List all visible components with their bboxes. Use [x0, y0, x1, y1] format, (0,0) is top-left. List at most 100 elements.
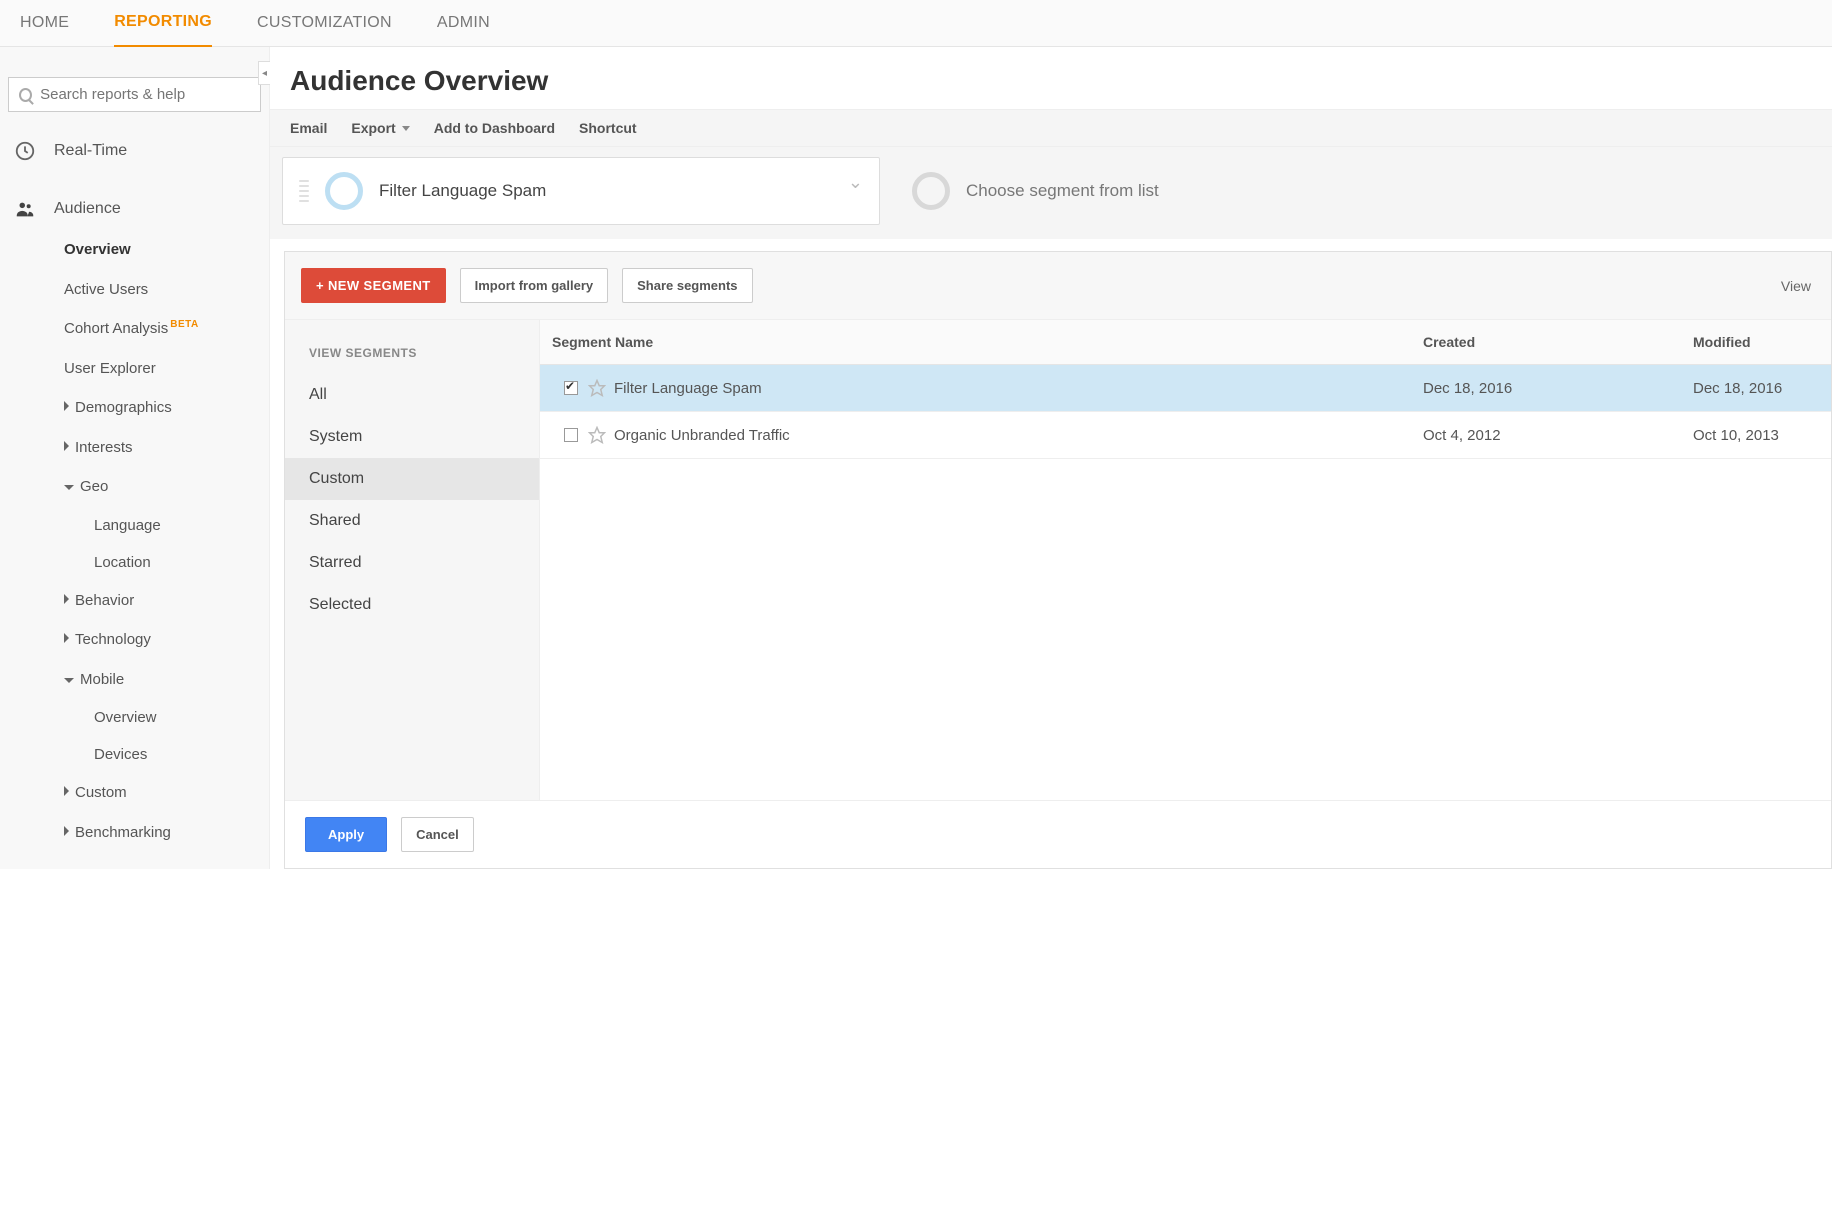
sidebar-item-audience[interactable]: Audience — [0, 188, 269, 230]
search-icon — [19, 88, 32, 102]
page-title-bar: Audience Overview — [270, 47, 1832, 109]
sidebar-sub-technology[interactable]: Technology — [0, 620, 269, 660]
toolbar-export[interactable]: Export — [351, 120, 409, 136]
sidebar-sub-user-explorer[interactable]: User Explorer — [0, 349, 269, 389]
segment-filter-shared[interactable]: Shared — [285, 500, 539, 542]
sidebar-sub-mobile[interactable]: Mobile — [0, 660, 269, 700]
sidebar-item-label: Real-Time — [54, 142, 127, 160]
nav-reporting[interactable]: REPORTING — [114, 0, 212, 48]
sidebar-sub-language[interactable]: Language — [0, 507, 269, 544]
sidebar-sub-label: Demographics — [75, 399, 172, 416]
segment-modified: Oct 10, 2013 — [1681, 413, 1831, 458]
sidebar-sub-label: Custom — [75, 784, 127, 801]
sidebar-sub-benchmarking[interactable]: Benchmarking — [0, 813, 269, 853]
sidebar-collapse-handle[interactable]: ◂ — [258, 61, 270, 85]
segment-filter-starred[interactable]: Starred — [285, 542, 539, 584]
segment-chip-active[interactable]: Filter Language Spam ⌄ — [282, 157, 880, 225]
segment-name: Filter Language Spam — [614, 380, 762, 397]
segment-filter-sidebar: VIEW SEGMENTS All System Custom Shared S… — [285, 320, 540, 800]
caret-right-icon — [64, 401, 69, 411]
view-toggle[interactable]: View — [1781, 278, 1811, 294]
sidebar-sub-geo[interactable]: Geo — [0, 467, 269, 507]
segment-table-header: Segment Name Created Modified — [540, 320, 1831, 365]
segment-chip-label: Choose segment from list — [966, 181, 1159, 201]
segment-chips-row: Filter Language Spam ⌄ Choose segment fr… — [270, 147, 1832, 239]
drag-handle-icon[interactable] — [299, 180, 309, 202]
segment-chip-placeholder[interactable]: Choose segment from list — [896, 157, 1494, 225]
star-icon[interactable] — [588, 379, 606, 397]
segment-chip-label: Filter Language Spam — [379, 181, 546, 201]
sidebar-sub-mobile-overview[interactable]: Overview — [0, 699, 269, 736]
toolbar-add-dashboard[interactable]: Add to Dashboard — [434, 120, 555, 136]
row-checkbox[interactable] — [564, 428, 578, 442]
sidebar-sub-label: Mobile — [80, 671, 124, 688]
col-modified[interactable]: Modified — [1681, 320, 1831, 364]
sidebar-sub-interests[interactable]: Interests — [0, 428, 269, 468]
sidebar-sub-label: Technology — [75, 631, 151, 648]
segment-ring-icon — [912, 172, 950, 210]
segment-row[interactable]: Organic Unbranded Traffic Oct 4, 2012 Oc… — [540, 412, 1831, 459]
sidebar-sub-label: Behavior — [75, 592, 134, 609]
segment-filter-title: VIEW SEGMENTS — [285, 338, 539, 374]
segment-modified: Dec 18, 2016 — [1681, 366, 1831, 411]
left-sidebar: ◂ Real-Time Audience Overview Active Use… — [0, 47, 270, 869]
import-gallery-button[interactable]: Import from gallery — [460, 268, 608, 303]
search-input[interactable] — [40, 86, 250, 103]
segment-row[interactable]: Filter Language Spam Dec 18, 2016 Dec 18… — [540, 365, 1831, 412]
top-nav: HOME REPORTING CUSTOMIZATION ADMIN — [0, 0, 1832, 47]
report-toolbar: Email Export Add to Dashboard Shortcut — [270, 109, 1832, 147]
segment-table: Segment Name Created Modified Filter Lan… — [540, 320, 1831, 800]
segment-created: Oct 4, 2012 — [1411, 413, 1681, 458]
col-created[interactable]: Created — [1411, 320, 1681, 364]
segment-filter-system[interactable]: System — [285, 416, 539, 458]
caret-right-icon — [64, 826, 69, 836]
sidebar-sub-active-users[interactable]: Active Users — [0, 270, 269, 310]
cancel-button[interactable]: Cancel — [401, 817, 474, 852]
toolbar-email[interactable]: Email — [290, 120, 327, 136]
nav-home[interactable]: HOME — [20, 0, 69, 46]
segment-name: Organic Unbranded Traffic — [614, 427, 790, 444]
caret-right-icon — [64, 594, 69, 604]
sidebar-sub-custom[interactable]: Custom — [0, 773, 269, 813]
segment-panel-footer: Apply Cancel — [285, 800, 1831, 868]
segment-ring-icon — [325, 172, 363, 210]
sidebar-sub-location[interactable]: Location — [0, 544, 269, 581]
segment-created: Dec 18, 2016 — [1411, 366, 1681, 411]
segment-filter-custom[interactable]: Custom — [285, 458, 539, 500]
nav-admin[interactable]: ADMIN — [437, 0, 490, 46]
caret-right-icon — [64, 786, 69, 796]
sidebar-sub-cohort[interactable]: Cohort AnalysisBETA — [0, 309, 269, 349]
caret-right-icon — [64, 633, 69, 643]
segment-picker-panel: + NEW SEGMENT Import from gallery Share … — [284, 251, 1832, 869]
search-reports-box[interactable] — [8, 77, 261, 112]
share-segments-button[interactable]: Share segments — [622, 268, 752, 303]
apply-button[interactable]: Apply — [305, 817, 387, 852]
segment-panel-toolbar: + NEW SEGMENT Import from gallery Share … — [285, 252, 1831, 320]
beta-badge: BETA — [170, 319, 198, 330]
caret-down-icon — [64, 485, 74, 490]
toolbar-shortcut[interactable]: Shortcut — [579, 120, 637, 136]
sidebar-sub-label: Geo — [80, 478, 108, 495]
sidebar-item-realtime[interactable]: Real-Time — [0, 130, 269, 172]
row-checkbox[interactable] — [564, 381, 578, 395]
sidebar-sub-behavior[interactable]: Behavior — [0, 581, 269, 621]
nav-customization[interactable]: CUSTOMIZATION — [257, 0, 392, 46]
caret-right-icon — [64, 441, 69, 451]
sidebar-sub-overview[interactable]: Overview — [0, 230, 269, 270]
main-content: Audience Overview Email Export Add to Da… — [270, 47, 1832, 869]
sidebar-sub-demographics[interactable]: Demographics — [0, 388, 269, 428]
new-segment-button[interactable]: + NEW SEGMENT — [301, 268, 446, 303]
people-icon — [14, 198, 36, 220]
segment-filter-all[interactable]: All — [285, 374, 539, 416]
segment-filter-selected[interactable]: Selected — [285, 584, 539, 626]
page-title: Audience Overview — [290, 65, 1812, 97]
caret-down-icon — [64, 678, 74, 683]
star-icon[interactable] — [588, 426, 606, 444]
clock-icon — [14, 140, 36, 162]
col-segment-name[interactable]: Segment Name — [540, 320, 1411, 364]
sidebar-item-label: Audience — [54, 200, 121, 218]
sidebar-sub-label: Benchmarking — [75, 824, 171, 841]
sidebar-sub-mobile-devices[interactable]: Devices — [0, 736, 269, 773]
sidebar-sub-label: Cohort Analysis — [64, 320, 168, 337]
chevron-down-icon[interactable]: ⌄ — [848, 172, 863, 193]
